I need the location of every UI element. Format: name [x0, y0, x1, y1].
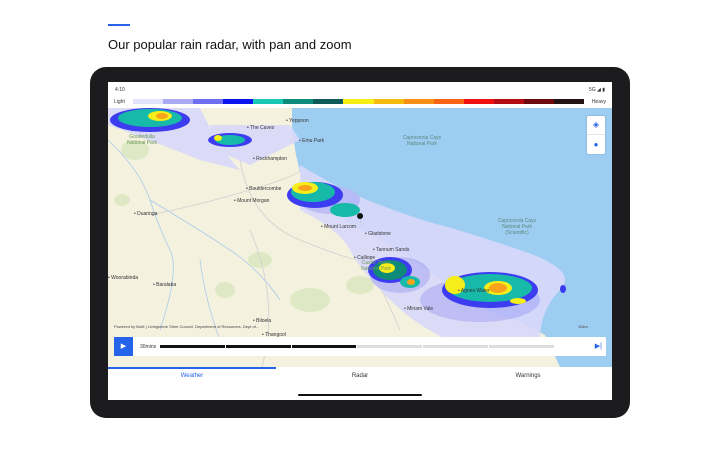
timeline-segment[interactable] [423, 345, 489, 348]
app-screen: 4:10 5G ◢ ▮ Light Heavy • Yeppoon • The … [108, 82, 612, 400]
skip-to-end-icon[interactable]: ▶| [595, 343, 602, 351]
radar-timeline: ▶ 30mins ▶| [114, 337, 606, 356]
layers-icon[interactable]: ◈ [587, 116, 605, 135]
map-town-label: • Mount Morgan [234, 198, 270, 204]
map-town-label: • Yeppoon [286, 118, 309, 124]
timeline-label: 30mins [140, 344, 157, 350]
map-town-label: • Bouldercombe [246, 186, 282, 192]
accent-line [108, 24, 130, 26]
map-controls: ◈ ● [587, 116, 605, 154]
active-tab-indicator [108, 367, 276, 369]
play-icon[interactable]: ▶ [114, 337, 133, 356]
timeline-segment[interactable] [291, 345, 357, 348]
timeline-segment[interactable] [160, 345, 225, 348]
tab-radar[interactable]: Radar [276, 372, 444, 380]
map-town-label: • Woorabinda [108, 275, 139, 281]
page-heading: Our popular rain radar, with pan and zoo… [108, 37, 352, 52]
map-town-label: • Duaringa [134, 211, 158, 217]
timeline-segment[interactable] [489, 345, 554, 348]
map-town-label: • Miriam Vale [404, 306, 434, 312]
map-scale: 10km [578, 324, 588, 329]
map-town-label: • Baralaba [153, 282, 177, 288]
location-pin-icon[interactable]: ● [587, 135, 605, 154]
map-marine-park-label: Capricornia Cays National Park [402, 135, 442, 147]
map-town-label: • Mount Larcom [321, 224, 357, 230]
bottom-tabs: Weather Radar Warnings [108, 367, 612, 400]
map-park-label: Goodedulla National Park [126, 134, 157, 146]
timeline-segment[interactable] [357, 345, 423, 348]
tab-warnings[interactable]: Warnings [444, 372, 612, 380]
map-attribution[interactable]: Powered by BoM | Livingstone Shire Counc… [114, 324, 259, 329]
map-town-label: • The Caves [247, 125, 275, 131]
map-park-label: Castle Tower National Park [360, 260, 391, 272]
map-marine-park-label: Capricornia Cays National Park (Scientif… [497, 218, 537, 236]
map-town-label: • Emu Park [299, 138, 325, 144]
timeline-track[interactable] [160, 345, 554, 348]
timeline-segment[interactable] [225, 345, 291, 348]
map-town-label: • Rockhampton [253, 156, 287, 162]
page: Our popular rain radar, with pan and zoo… [0, 0, 720, 450]
map-town-label: • Agnes Water [458, 288, 490, 294]
map-town-label: • Tannum Sands [373, 247, 410, 253]
home-indicator[interactable] [298, 394, 422, 396]
tab-weather[interactable]: Weather [108, 372, 276, 380]
map-town-label: • Gladstone [365, 231, 391, 237]
